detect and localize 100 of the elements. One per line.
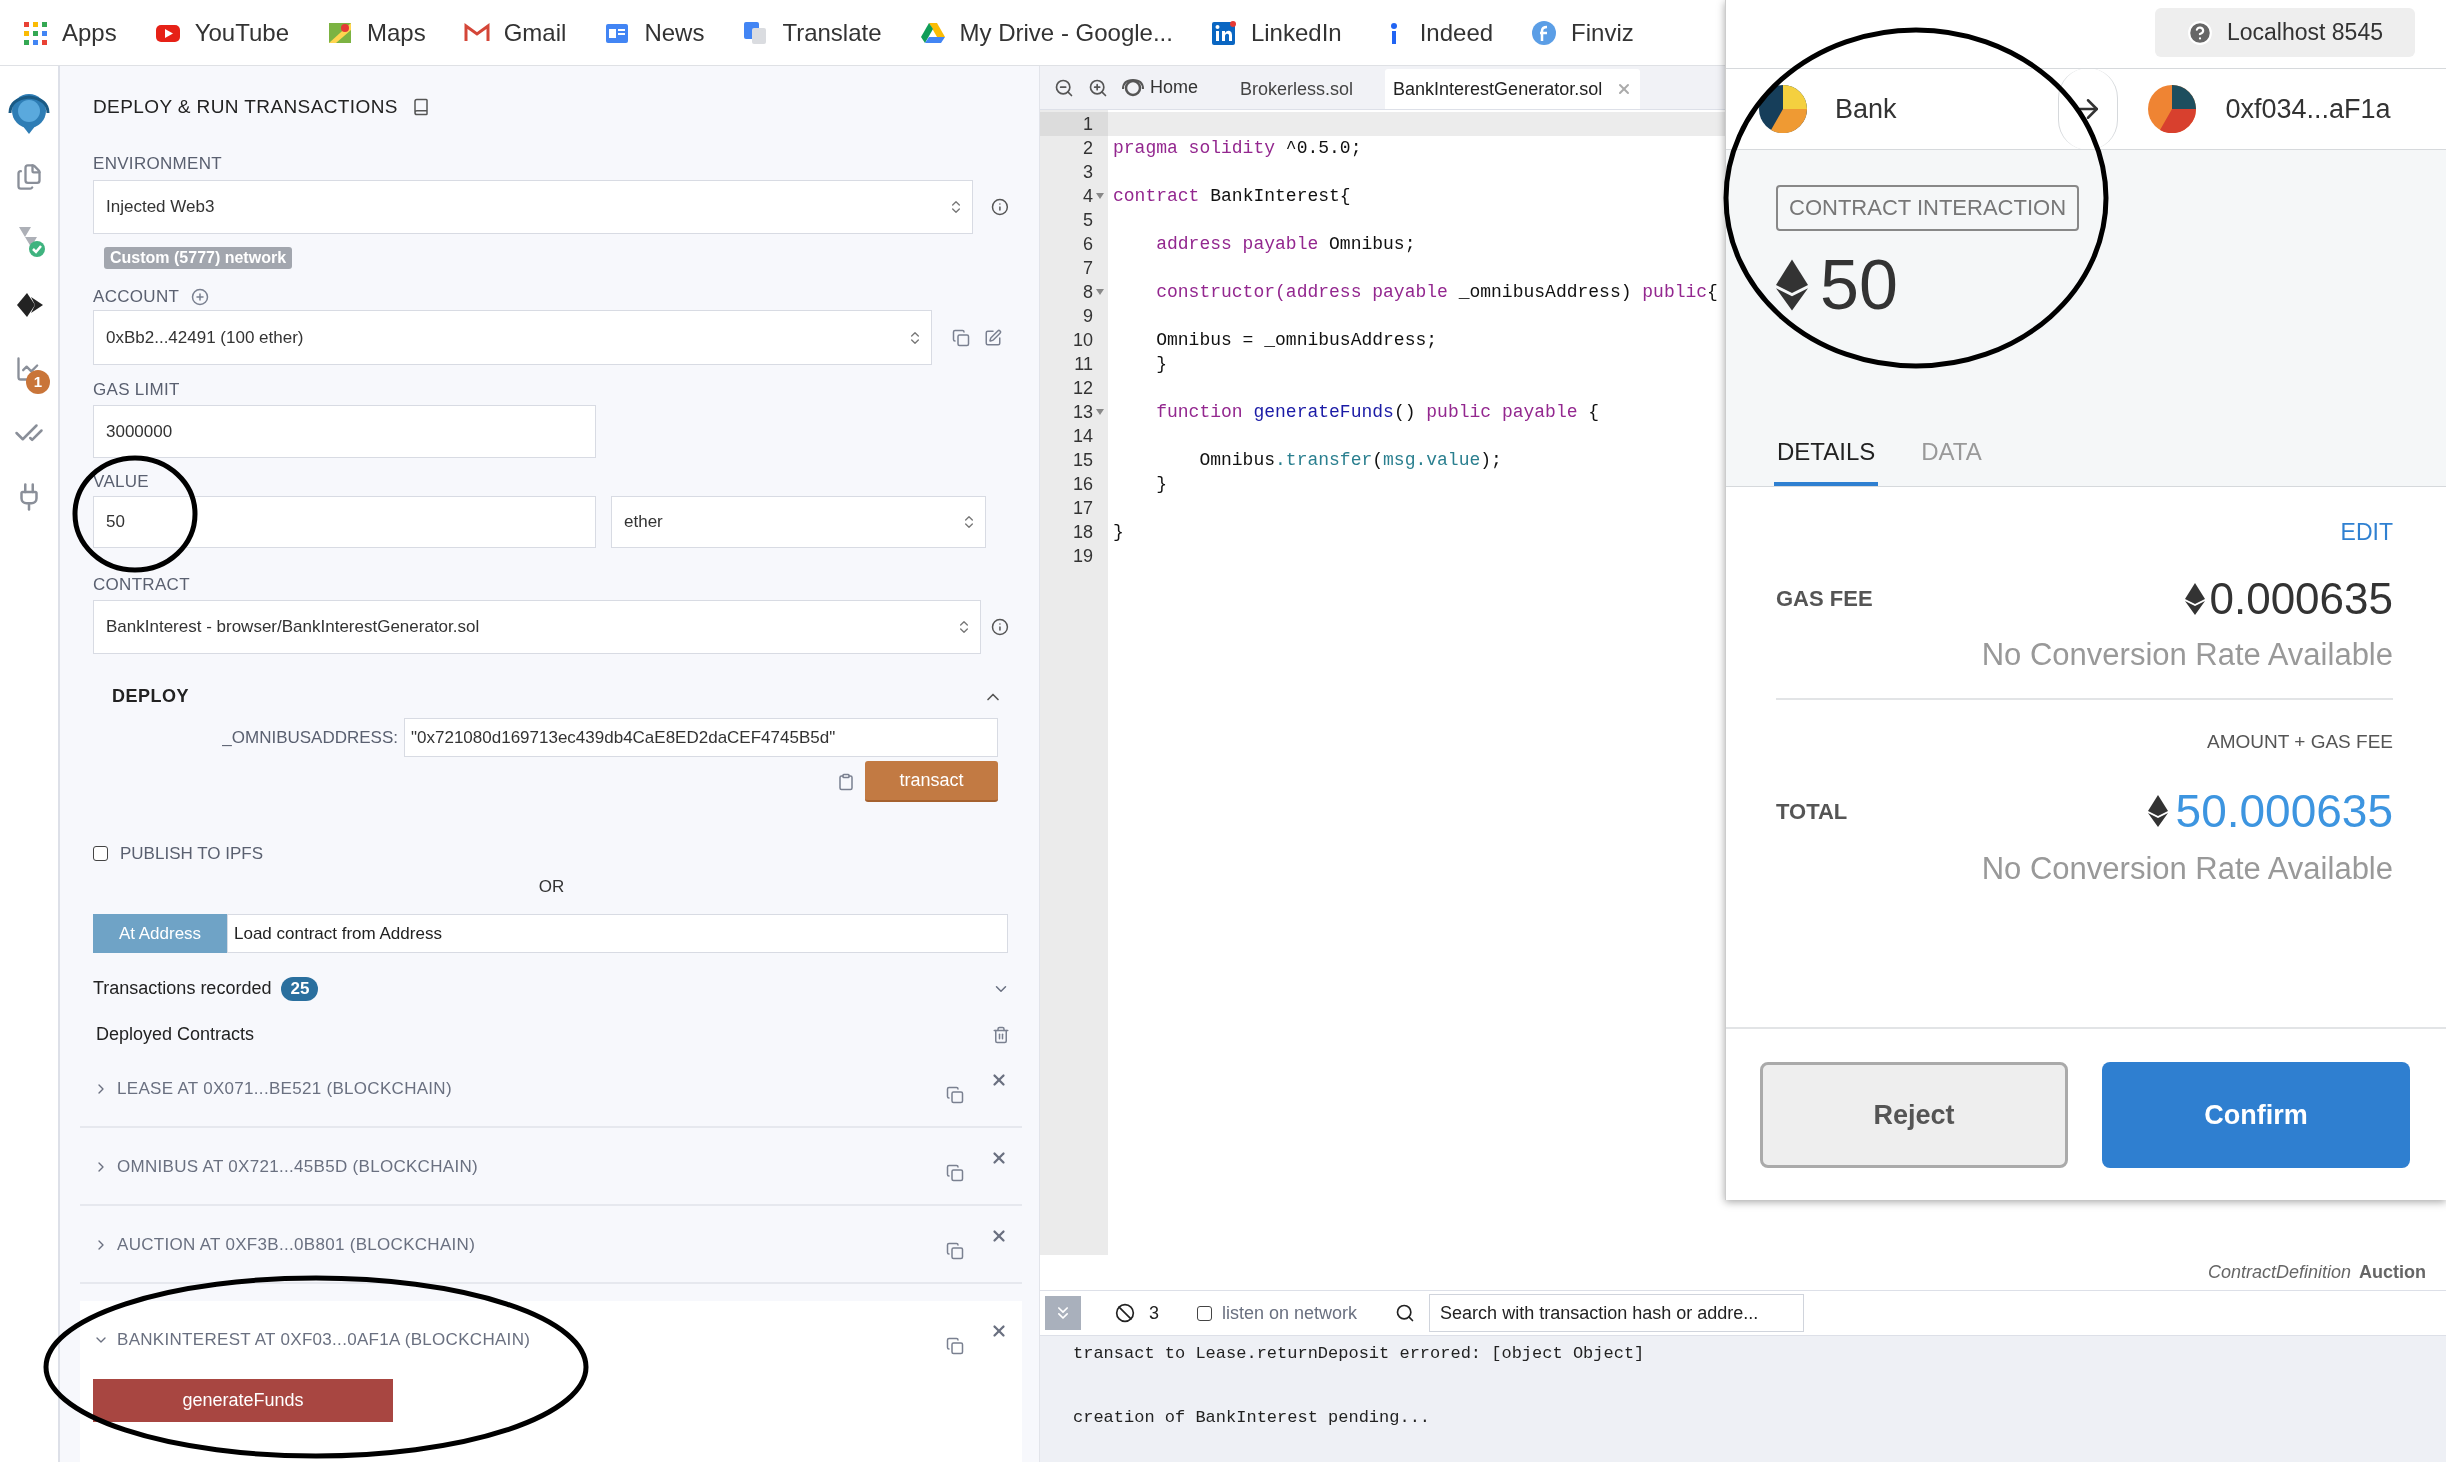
contract-select[interactable]: BankInterest - browser/BankInterestGenerator.sol: [93, 600, 982, 654]
gas-limit-field[interactable]: 3000000: [93, 405, 596, 459]
bookmark-link[interactable]: Translate: [782, 14, 882, 51]
bookmark-link[interactable]: Maps: [367, 14, 426, 51]
trash-icon[interactable]: [992, 1025, 1010, 1044]
bookmark-link[interactable]: Apps: [62, 14, 117, 51]
bookmark-link[interactable]: LinkedIn: [1250, 14, 1342, 51]
or-separator: OR: [538, 877, 565, 897]
circle-logo-icon[interactable]: [1531, 19, 1558, 46]
line-number: 18: [1072, 520, 1093, 544]
home-tab[interactable]: Home: [1122, 74, 1198, 101]
value-field[interactable]: 50: [93, 496, 596, 549]
line-number: 11: [1074, 352, 1093, 376]
line-number: 6: [1083, 232, 1093, 256]
zoom-in-icon[interactable]: [1088, 77, 1108, 98]
square-logo-icon[interactable]: [1210, 19, 1237, 46]
file-tab[interactable]: Brokerless.sol: [1232, 69, 1362, 109]
field-label: ACCOUNT: [93, 285, 180, 308]
contract-title[interactable]: AUCTION AT 0XF3B...0B801 (BLOCKCHAIN): [117, 1232, 938, 1258]
details-tab[interactable]: DETAILS: [1774, 432, 1879, 486]
code-line: function generateFunds() public payable {: [1155, 401, 1600, 424]
fold-arrow-icon[interactable]: [1096, 409, 1104, 415]
environment-select[interactable]: Injected Web3: [93, 180, 974, 234]
documentation-icon[interactable]: [411, 98, 430, 116]
code-line: }: [1155, 473, 1167, 496]
line-number: 17: [1072, 496, 1093, 520]
account-select[interactable]: 0xBb2...42491 (100 ether): [93, 309, 932, 366]
parameter-label: _OMNIBUSADDRESS:: [221, 726, 399, 749]
edit-icon[interactable]: [984, 328, 1002, 347]
file-tab[interactable]: BankInterestGenerator.sol: [1385, 69, 1641, 109]
info-icon[interactable]: [991, 197, 1009, 216]
unit-select[interactable]: ether: [611, 496, 986, 549]
logo-icon[interactable]: [7, 91, 51, 135]
fold-arrow-icon[interactable]: [1096, 289, 1104, 295]
contract-title[interactable]: OMNIBUS AT 0X721...45B5D (BLOCKCHAIN): [117, 1154, 938, 1180]
sender-name: Bank: [1835, 92, 1897, 126]
clipboard-icon[interactable]: [837, 772, 855, 791]
copy-icon[interactable]: [946, 1164, 964, 1183]
line-number: 8: [1083, 280, 1093, 304]
contract-title[interactable]: LEASE AT 0X071...BE521 (BLOCKCHAIN): [117, 1076, 938, 1102]
address-field[interactable]: "0x721080d169713ec439db4CaE8ED2daCEF4745B5d": [404, 717, 998, 758]
field-label: VALUE: [93, 471, 150, 494]
total-caption: AMOUNT + GAS FEE: [2207, 731, 2393, 752]
line-number: 19: [1072, 544, 1093, 568]
add-icon[interactable]: [191, 287, 210, 306]
edit-link[interactable]: EDIT: [2340, 519, 2393, 545]
total-value: 50.000635: [2175, 783, 2393, 839]
field-label: CONTRACT: [93, 574, 191, 597]
search-field[interactable]: Search with transaction hash or addre...: [1429, 1294, 1805, 1332]
copy-icon[interactable]: [946, 1086, 964, 1105]
line-number: 12: [1072, 376, 1093, 400]
search-icon[interactable]: [1395, 1303, 1416, 1323]
identicon-icon: [2147, 85, 2196, 133]
fold-arrow-icon[interactable]: [1096, 193, 1104, 199]
checkbox-label: PUBLISH TO IPFS: [120, 842, 263, 865]
reject-button[interactable]: Reject: [1760, 1062, 2068, 1168]
field-label: GAS LIMIT: [93, 379, 181, 402]
identicon-icon: [1759, 85, 1807, 133]
bookmark-link[interactable]: Finviz: [1571, 14, 1634, 51]
line-number: 16: [1072, 472, 1093, 496]
field-label: ENVIRONMENT: [93, 153, 223, 175]
count-badge: 25: [281, 976, 319, 1001]
amount-value: 50: [1820, 245, 1898, 325]
code-line: constructor(address payable _omnibusAddress) public{: [1155, 281, 1718, 304]
ether-icon: [1776, 259, 1808, 311]
network-selector[interactable]: Localhost 8545: [2155, 8, 2415, 57]
notification-badge: 1: [26, 370, 50, 394]
code-line: address payable Omnibus;: [1155, 233, 1416, 256]
bookmark-link[interactable]: Indeed: [1419, 14, 1494, 51]
info-icon[interactable]: [991, 617, 1009, 636]
contract-title[interactable]: BANKINTEREST AT 0XF03...0AF1A (BLOCKCHAIN): [117, 1327, 938, 1353]
listen-checkbox[interactable]: [1197, 1305, 1212, 1321]
translate-icon[interactable]: [742, 19, 769, 46]
copy-icon[interactable]: [946, 1242, 964, 1261]
copy-icon[interactable]: [946, 1337, 964, 1356]
bookmark-link[interactable]: My Drive - Google...: [959, 14, 1173, 51]
console-log-line: creation of BankInterest pending...: [1073, 1406, 1432, 1429]
logo-icon: [1122, 77, 1144, 98]
ether-icon: [2185, 582, 2206, 615]
bookmark-link[interactable]: YouTube: [194, 14, 289, 51]
confirm-button[interactable]: Confirm: [2102, 1062, 2410, 1168]
bookmark-link[interactable]: News: [644, 14, 705, 51]
files-icon[interactable]: [15, 163, 43, 191]
code-line: Omnibus = _omnibusAddress;: [1155, 329, 1438, 352]
zoom-out-icon[interactable]: [1054, 77, 1074, 98]
address-input[interactable]: Load contract from Address: [227, 913, 1008, 954]
panel-title: DEPLOY & RUN TRANSACTIONS: [93, 94, 398, 119]
code-line: Omnibus.transfer(msg.value);: [1198, 449, 1502, 472]
grid-icon[interactable]: [22, 19, 48, 46]
line-number: 3: [1083, 160, 1093, 184]
clear-icon[interactable]: [1115, 1303, 1135, 1323]
bookmark-link[interactable]: Gmail: [503, 14, 567, 51]
publish-checkbox[interactable]: [93, 845, 108, 861]
section-title: DEPLOY: [112, 685, 189, 709]
line-number: 13: [1072, 400, 1093, 424]
console-log-line: transact to Lease.returnDeposit errored: [object Object]: [1073, 1343, 1646, 1365]
function-button[interactable]: generateFunds: [93, 1379, 393, 1423]
line-number: 10: [1072, 328, 1093, 352]
copy-icon[interactable]: [952, 328, 970, 347]
node-type-label: ContractDefinition: [2207, 1261, 2351, 1284]
